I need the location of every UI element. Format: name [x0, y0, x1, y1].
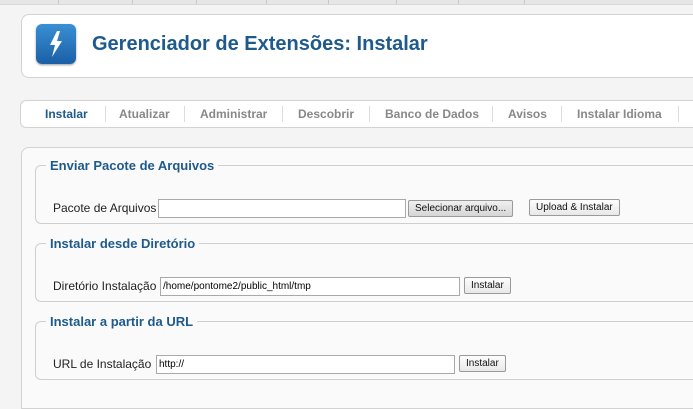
install-content-panel: Enviar Pacote de Arquivos Pacote de Arqu…	[21, 147, 693, 409]
tab-divider	[105, 106, 106, 122]
top-toolbar-strip	[0, 0, 693, 5]
tab-update[interactable]: Atualizar	[119, 107, 170, 121]
package-file-input[interactable]	[158, 199, 406, 218]
title-panel: Gerenciador de Extensões: Instalar	[21, 14, 693, 78]
install-url-label: URL de Instalação	[53, 357, 152, 371]
tab-warnings[interactable]: Avisos	[508, 107, 547, 121]
tab-install-language[interactable]: Instalar Idioma	[577, 107, 662, 121]
install-url-input[interactable]	[156, 355, 455, 374]
tab-divider	[184, 106, 185, 122]
package-file-label: Pacote de Arquivos	[53, 201, 157, 215]
install-from-directory-legend: Instalar desde Diretório	[50, 236, 196, 251]
install-directory-button[interactable]: Instalar	[464, 277, 511, 294]
install-from-url-legend: Instalar a partir da URL	[50, 314, 194, 329]
tab-divider	[678, 106, 679, 122]
extension-manager-icon	[36, 24, 76, 64]
install-from-directory-section: Instalar desde Diretório Diretório Insta…	[35, 236, 693, 302]
tab-divider	[282, 106, 283, 122]
tab-divider	[492, 106, 493, 122]
upload-package-section: Enviar Pacote de Arquivos Pacote de Arqu…	[35, 158, 693, 224]
install-url-button[interactable]: Instalar	[459, 355, 506, 372]
upload-install-button[interactable]: Upload & Instalar	[529, 199, 620, 216]
tab-divider	[561, 106, 562, 122]
tab-discover[interactable]: Descobrir	[298, 107, 354, 121]
install-from-url-section: Instalar a partir da URL URL de Instalaç…	[35, 314, 693, 380]
install-directory-input[interactable]	[160, 277, 460, 296]
page-title: Gerenciador de Extensões: Instalar	[92, 33, 428, 55]
tab-database[interactable]: Banco de Dados	[385, 107, 479, 121]
install-directory-label: Diretório Instalação	[53, 279, 157, 293]
tab-install[interactable]: Instalar	[45, 107, 88, 121]
tab-bar: Instalar Atualizar Administrar Descobrir…	[20, 100, 693, 128]
upload-package-legend: Enviar Pacote de Arquivos	[50, 158, 215, 173]
choose-file-button[interactable]: Selecionar arquivo...	[408, 200, 514, 217]
tab-divider	[369, 106, 370, 122]
tab-manage[interactable]: Administrar	[200, 107, 267, 121]
